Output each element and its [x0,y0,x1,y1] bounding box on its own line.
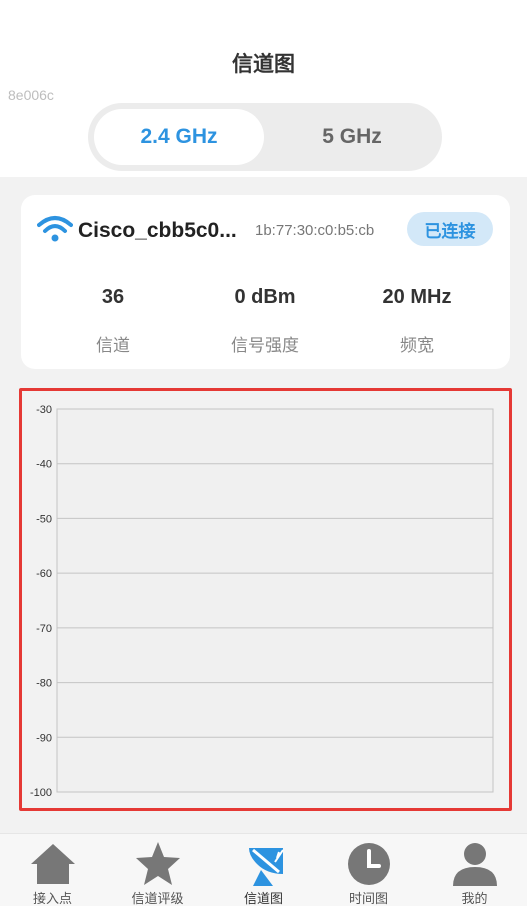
band-selector: 2.4 GHz 5 GHz [88,103,442,171]
chart-plot-area [56,408,494,793]
nav-label-time-graph: 时间图 [348,891,388,906]
stat-bandwidth-label: 频宽 [400,336,434,355]
band-5ghz-tab[interactable]: 5 GHz [266,109,438,165]
chart-ytick-label: -30 [36,404,52,416]
page-title: 信道图 [232,53,295,76]
connected-badge: 已连接 [407,212,493,246]
chart-ytick-label: -70 [36,623,52,635]
clock-icon [348,843,390,885]
wifi-icon [37,216,73,242]
band-2-4ghz-tab[interactable]: 2.4 GHz [94,109,264,165]
stat-bandwidth-value: 20 MHz [382,286,452,308]
stat-bandwidth: 20 MHz 频宽 [347,286,487,356]
chart-ytick-label: -50 [36,513,52,525]
nav-item-channel-rating[interactable]: 信道评级 [105,834,210,906]
network-card[interactable]: Cisco_cbb5c0... 1b:77:30:c0:b5:cb 已连接 36… [21,195,510,369]
stat-signal: 0 dBm 信号强度 [195,286,335,356]
stat-channel-value: 36 [101,286,125,308]
top-section: 信道图 8e006c 2.4 GHz 5 GHz [0,0,527,177]
nav-item-channel-graph[interactable]: 信道图 [211,834,316,906]
satellite-dish-icon [249,848,284,886]
nav-label-profile: 我的 [461,891,488,906]
stat-channel-label: 信道 [96,336,130,355]
network-mac: 1b:77:30:c0:b5:cb [255,222,375,239]
chart-ytick-label: -90 [36,732,52,744]
chart-ytick-label: -80 [36,678,52,690]
network-ssid: Cisco_cbb5c0... [78,219,237,242]
nav-label-channel-rating: 信道评级 [131,891,184,906]
channel-chart-frame: -30 -40 -50 -60 -70 -80 -90 -100 [19,388,512,811]
nav-item-profile[interactable]: 我的 [422,834,527,906]
stat-signal-label: 信号强度 [231,336,299,355]
stat-channel: 36 信道 [43,286,183,356]
device-tag: 8e006c [8,87,54,103]
nav-label-access-points: 接入点 [32,891,72,906]
nav-label-channel-graph: 信道图 [243,891,283,906]
user-icon [453,843,497,886]
nav-item-time-graph[interactable]: 时间图 [316,834,421,906]
bottom-nav: 接入点 信道评级 信道图 时间图 我的 [0,833,527,906]
chart-ytick-label: -40 [36,459,52,471]
channel-chart: -30 -40 -50 -60 -70 -80 -90 -100 [30,404,494,799]
stat-signal-value: 0 dBm [234,286,296,308]
chart-ytick-label: -100 [30,787,52,799]
chart-ytick-label: -60 [36,568,52,580]
star-icon [136,842,180,885]
nav-item-access-points[interactable]: 接入点 [0,834,105,906]
home-icon [31,844,75,884]
